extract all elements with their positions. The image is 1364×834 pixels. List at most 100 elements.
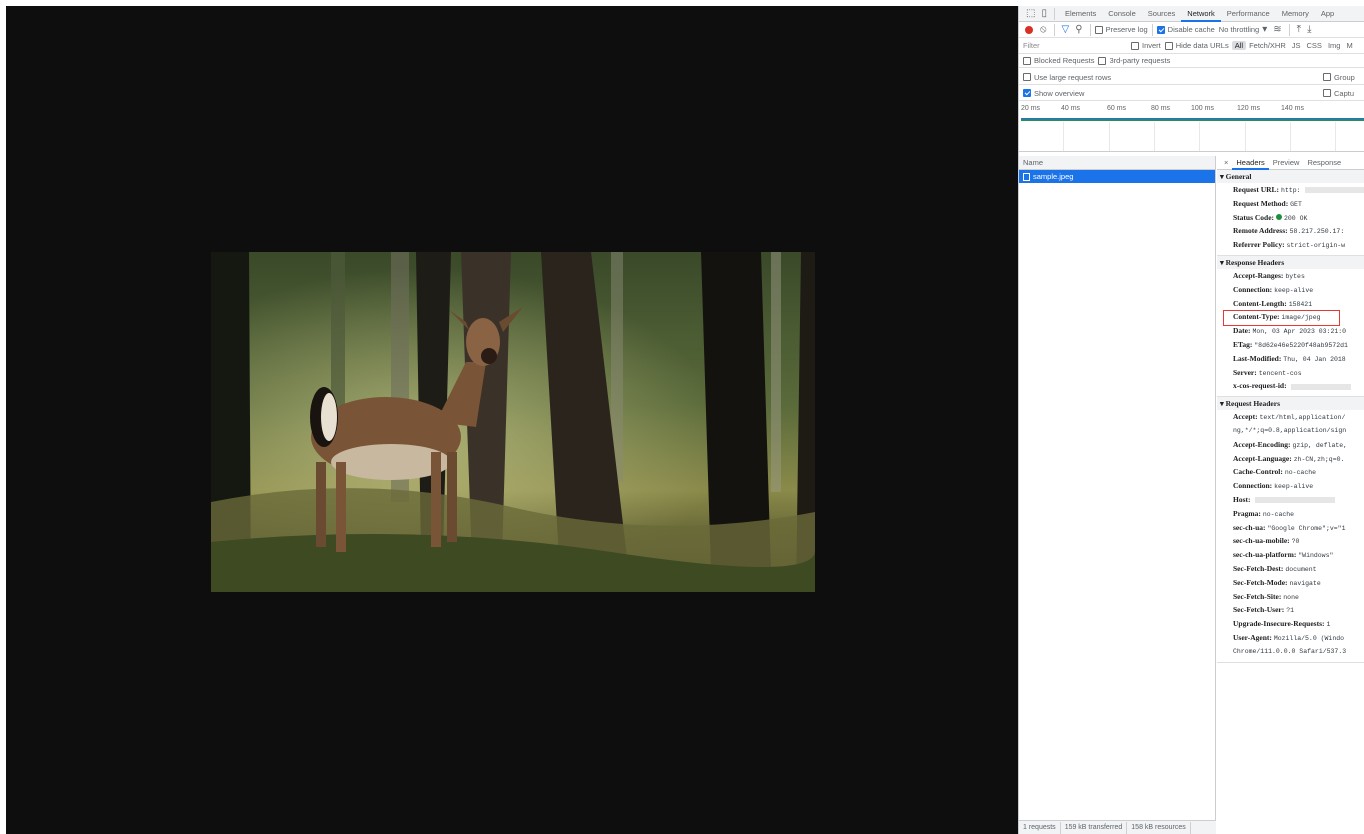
divider [1151,23,1153,36]
header-key: User-Agent: [1233,632,1272,642]
name-column-header[interactable]: Name [1019,156,1215,170]
tab-headers[interactable]: Headers [1232,156,1269,170]
wifi-icon[interactable]: ≋ [1273,24,1281,35]
divider [1126,821,1128,834]
divider [1053,23,1055,36]
section-title: General [1225,172,1252,181]
header-value: "Google Chrome";v="1 [1267,524,1346,532]
type-filter-img[interactable]: Img [1325,41,1344,50]
general-section-toggle[interactable]: ▾ General [1217,170,1364,183]
header-value: gzip, deflate, [1292,441,1348,449]
section-title: Response Headers [1225,257,1285,267]
header-key: Content-Length: [1233,298,1287,308]
upload-icon[interactable]: ⤒ [1297,24,1301,35]
header-key: Sec-Fetch-Mode: [1233,577,1288,587]
group-checkbox[interactable] [1323,73,1331,81]
download-icon[interactable]: ⤓ [1307,24,1311,35]
preserve-log-checkbox[interactable] [1094,25,1103,34]
type-filter-css[interactable]: CSS [1304,41,1325,50]
throttling-select[interactable]: No throttling [1219,25,1259,34]
content-type-row-highlighted: Content-Type: image/jpeg [1217,310,1364,327]
hide-data-urls-label: Hide data URLs [1175,41,1229,50]
header-key: Content-Type: [1233,312,1280,322]
show-overview-checkbox[interactable] [1023,89,1031,97]
devtools-tabbar: ⬚ ▯ Elements Console Sources Network Per… [1019,6,1364,22]
device-toggle-icon[interactable]: ▯ [1041,8,1047,19]
header-value: tencent-cos [1258,369,1302,377]
request-row[interactable]: sample.jpeg [1019,170,1215,183]
tab-sources[interactable]: Sources [1142,6,1182,22]
chevron-down-icon[interactable]: ▾ [1262,24,1267,35]
third-party-checkbox[interactable] [1098,56,1107,65]
tab-application[interactable]: App [1315,6,1340,22]
header-key: Accept-Encoding: [1233,439,1291,449]
tab-performance[interactable]: Performance [1221,6,1276,22]
hide-data-urls-checkbox[interactable] [1164,41,1173,50]
third-party-label: 3rd-party requests [1109,56,1171,65]
response-headers-toggle[interactable]: ▾ Response Headers [1217,255,1364,269]
filter-icon[interactable]: ▽ [1062,24,1070,35]
record-icon[interactable] [1025,25,1033,34]
filter-input[interactable]: Filter [1023,41,1131,50]
request-headers-toggle[interactable]: ▾ Request Headers [1217,397,1364,411]
group-option[interactable]: Group [1323,73,1355,82]
grid-line [1063,122,1064,151]
header-key: Sec-Fetch-Dest: [1233,563,1284,573]
tab-preview[interactable]: Preview [1269,156,1304,170]
header-value: Mon, 03 Apr 2023 03:21:0 [1252,328,1347,336]
header-value: 58.217.250.17: [1289,228,1345,236]
type-filter-xhr[interactable]: Fetch/XHR [1246,41,1289,50]
header-row: Date: Mon, 03 Apr 2023 03:21:0 [1217,324,1364,338]
capture-label: Captu [1334,88,1355,98]
divider [1288,23,1290,36]
grid-line [1199,122,1200,151]
type-filter-js[interactable]: JS [1289,41,1304,50]
header-row: sec-ch-ua: "Google Chrome";v="1 [1217,521,1364,535]
tab-elements[interactable]: Elements [1059,6,1102,22]
clear-icon[interactable]: ⦸ [1040,24,1047,35]
search-icon[interactable]: ⚲ [1075,24,1082,35]
capture-option[interactable]: Captu [1323,89,1354,98]
grid-line [1335,122,1336,151]
header-row: Request Method: GET [1217,197,1364,211]
inspect-icon[interactable]: ⬚ [1026,8,1035,19]
header-row: Accept-Encoding: gzip, deflate, [1217,438,1364,452]
blocked-requests-label: Blocked Requests [1034,56,1095,65]
header-value: 1 [1326,621,1331,629]
tab-response[interactable]: Response [1303,156,1345,170]
network-toolbar: ⦸ ▽ ⚲ Preserve log Disable cache No thro… [1019,22,1364,38]
preserve-log-label: Preserve log [1105,25,1148,34]
large-rows-checkbox[interactable] [1023,73,1031,81]
header-key: Date: [1233,326,1251,336]
overview-timeline[interactable]: 20 ms 40 ms 60 ms 80 ms 100 ms 120 ms 14… [1019,102,1364,152]
header-row: Sec-Fetch-Site: none [1217,590,1364,604]
header-key: Connection: [1233,481,1273,491]
header-key: Cache-Control: [1233,467,1283,477]
header-key: sec-ch-ua-mobile: [1233,536,1290,546]
type-filter-media[interactable]: M [1343,41,1355,50]
tab-network[interactable]: Network [1181,6,1221,22]
divider [1089,23,1091,36]
deer-photo [211,252,815,592]
tab-console[interactable]: Console [1102,6,1142,22]
header-key: Accept: [1233,412,1258,422]
header-key: Last-Modified: [1233,353,1282,363]
header-key: Status Code: [1233,212,1275,222]
header-row: sec-ch-ua-platform: "Windows" [1217,548,1364,562]
section-title: Request Headers [1225,399,1281,409]
blocked-requests-checkbox[interactable] [1023,56,1031,65]
options-row-1: Use large request rows Group [1019,70,1364,85]
tab-memory[interactable]: Memory [1276,6,1315,22]
show-overview-label: Show overview [1034,88,1085,98]
timeline-tick: 100 ms [1191,105,1214,112]
header-value: Chrome/111.0.0.0 Safari/537.3 [1233,647,1347,655]
close-icon[interactable]: × [1220,156,1232,170]
header-value: 200 OK [1284,214,1308,222]
capture-checkbox[interactable] [1323,89,1331,97]
grid-line [1109,122,1110,151]
invert-checkbox[interactable] [1131,41,1139,50]
disable-cache-checkbox[interactable] [1156,25,1165,34]
grid-line [1290,122,1291,151]
status-bar: 1 requests 159 kB transferred 158 kB res… [1019,820,1216,834]
type-filter-all[interactable]: All [1231,41,1247,50]
